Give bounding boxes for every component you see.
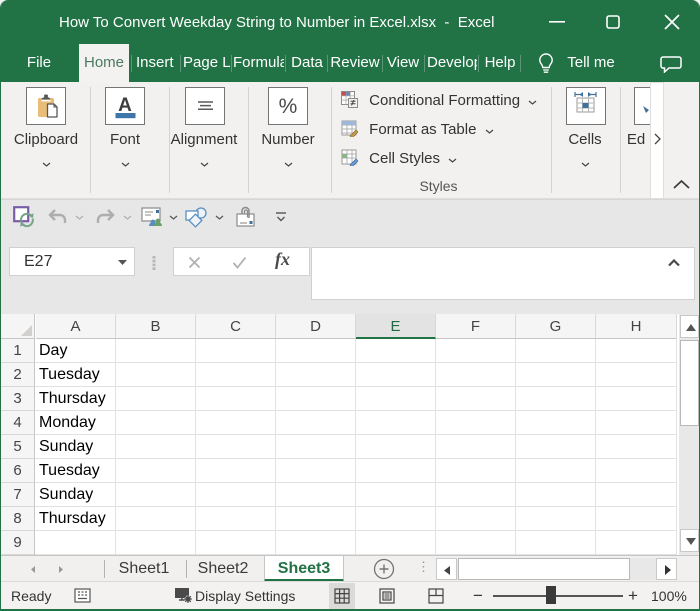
svg-text:A: A <box>118 95 132 116</box>
svg-text:%: % <box>279 95 298 118</box>
